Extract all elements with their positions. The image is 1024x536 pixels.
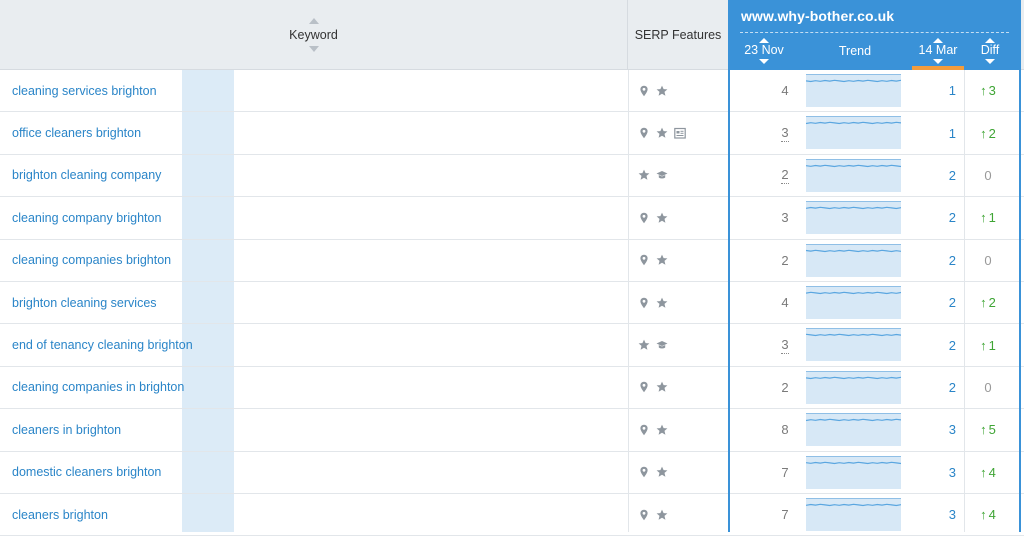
- date1-label: 23 Nov: [744, 43, 784, 57]
- star-icon[interactable]: [656, 85, 668, 97]
- column-divider: [628, 70, 629, 532]
- keyword-link[interactable]: office cleaners brighton: [12, 112, 141, 153]
- sort-down-icon: [308, 46, 319, 52]
- star-icon[interactable]: [656, 466, 668, 478]
- keyword-link[interactable]: cleaning services brighton: [12, 70, 157, 111]
- star-icon[interactable]: [656, 212, 668, 224]
- serp-features: [638, 367, 668, 408]
- date1-column-header[interactable]: 23 Nov: [736, 38, 792, 68]
- sort-down-icon: [759, 59, 769, 64]
- serp-features-column-header[interactable]: SERP Features: [628, 0, 728, 70]
- star-icon[interactable]: [656, 424, 668, 436]
- star-icon[interactable]: [656, 381, 668, 393]
- pin-icon[interactable]: [638, 381, 650, 393]
- serp-features: [638, 494, 668, 535]
- serp-features: [638, 112, 686, 153]
- serp-features: [638, 70, 668, 111]
- trend-column-header: Trend: [810, 44, 900, 74]
- active-sort-indicator: [912, 66, 964, 70]
- star-icon[interactable]: [656, 127, 668, 139]
- serp-features: [638, 324, 668, 365]
- keyword-link[interactable]: cleaning companies brighton: [12, 240, 171, 281]
- pin-icon[interactable]: [638, 297, 650, 309]
- keyword-link[interactable]: cleaners in brighton: [12, 409, 121, 450]
- diff-label: Diff: [980, 43, 1000, 57]
- pin-icon[interactable]: [638, 212, 650, 224]
- graduation-cap-icon[interactable]: [656, 339, 668, 351]
- date2-column-header[interactable]: 14 Mar: [912, 38, 964, 68]
- serp-features: [638, 197, 668, 238]
- keyword-link[interactable]: cleaners brighton: [12, 494, 108, 535]
- serp-features: [638, 452, 668, 493]
- keyword-link[interactable]: brighton cleaning services: [12, 282, 157, 323]
- news-icon[interactable]: [674, 127, 686, 139]
- divider: [740, 32, 1009, 33]
- serp-features: [638, 282, 668, 323]
- domain-panel: www.why-bother.co.uk 23 Nov Trend 14 Mar…: [728, 0, 1021, 532]
- keyword-header-label: Keyword: [289, 28, 338, 42]
- star-icon[interactable]: [638, 339, 650, 351]
- pin-icon[interactable]: [638, 254, 650, 266]
- column-divider: [964, 70, 965, 532]
- keyword-column-header[interactable]: Keyword: [0, 0, 628, 70]
- sort-down-icon: [933, 59, 943, 64]
- keyword-rankings-table: Keyword SERP Features cleaning services …: [0, 0, 1024, 536]
- sort-down-icon: [985, 59, 995, 64]
- star-icon[interactable]: [656, 509, 668, 521]
- star-icon[interactable]: [656, 297, 668, 309]
- pin-icon[interactable]: [638, 424, 650, 436]
- keyword-link[interactable]: end of tenancy cleaning brighton: [12, 324, 193, 365]
- star-icon[interactable]: [638, 169, 650, 181]
- domain-header: www.why-bother.co.uk 23 Nov Trend 14 Mar…: [730, 0, 1019, 70]
- pin-icon[interactable]: [638, 85, 650, 97]
- date2-label: 14 Mar: [918, 43, 958, 57]
- domain-title[interactable]: www.why-bother.co.uk: [741, 8, 894, 24]
- keyword-link[interactable]: brighton cleaning company: [12, 155, 161, 196]
- serp-features: [638, 240, 668, 281]
- keyword-link[interactable]: cleaning companies in brighton: [12, 367, 184, 408]
- serp-features: [638, 409, 668, 450]
- star-icon[interactable]: [656, 254, 668, 266]
- diff-column-header[interactable]: Diff: [968, 38, 1012, 68]
- pin-icon[interactable]: [638, 466, 650, 478]
- pin-icon[interactable]: [638, 127, 650, 139]
- pin-icon[interactable]: [638, 509, 650, 521]
- serp-features: [638, 155, 668, 196]
- graduation-cap-icon[interactable]: [656, 169, 668, 181]
- sort-up-icon: [308, 18, 319, 24]
- keyword-link[interactable]: cleaning company brighton: [12, 197, 161, 238]
- keyword-link[interactable]: domestic cleaners brighton: [12, 452, 161, 493]
- trend-label: Trend: [838, 44, 872, 58]
